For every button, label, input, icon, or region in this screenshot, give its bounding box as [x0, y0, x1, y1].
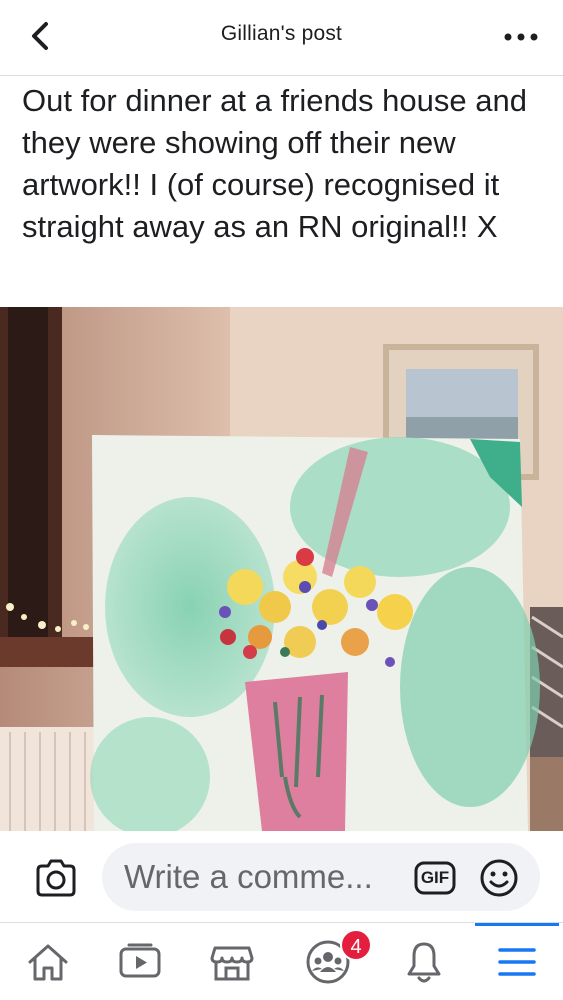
camera-icon [36, 859, 76, 897]
emoji-button[interactable] [479, 858, 519, 898]
post-header: Gillian's post [0, 0, 563, 76]
home-icon [28, 944, 68, 980]
comment-input-container[interactable]: Write a comme... [102, 843, 540, 911]
bottom-navigation [0, 923, 563, 1000]
smiley-icon [480, 859, 518, 897]
nav-notifications[interactable] [384, 923, 464, 1000]
page-title: Gillian's post [220, 22, 343, 45]
post-text: Out for dinner at a friends house and th… [22, 83, 527, 244]
gif-label: GIF [420, 868, 450, 887]
nav-watch[interactable] [100, 923, 180, 1000]
bell-icon [407, 942, 441, 982]
more-dots-icon [504, 33, 538, 41]
painting-photo-image [0, 307, 563, 831]
comment-input[interactable]: Write a comme... [124, 843, 404, 911]
nav-home[interactable] [8, 923, 88, 1000]
nav-marketplace[interactable] [192, 923, 272, 1000]
nav-menu[interactable] [477, 923, 557, 1000]
post-photo[interactable] [0, 307, 563, 831]
groups-notification-badge: 4 [340, 929, 372, 961]
camera-button[interactable] [34, 856, 78, 900]
watch-icon [119, 943, 161, 977]
more-options-button[interactable] [501, 22, 541, 52]
menu-icon [498, 947, 536, 976]
marketplace-icon [210, 946, 254, 980]
gif-button[interactable]: GIF [414, 861, 456, 895]
